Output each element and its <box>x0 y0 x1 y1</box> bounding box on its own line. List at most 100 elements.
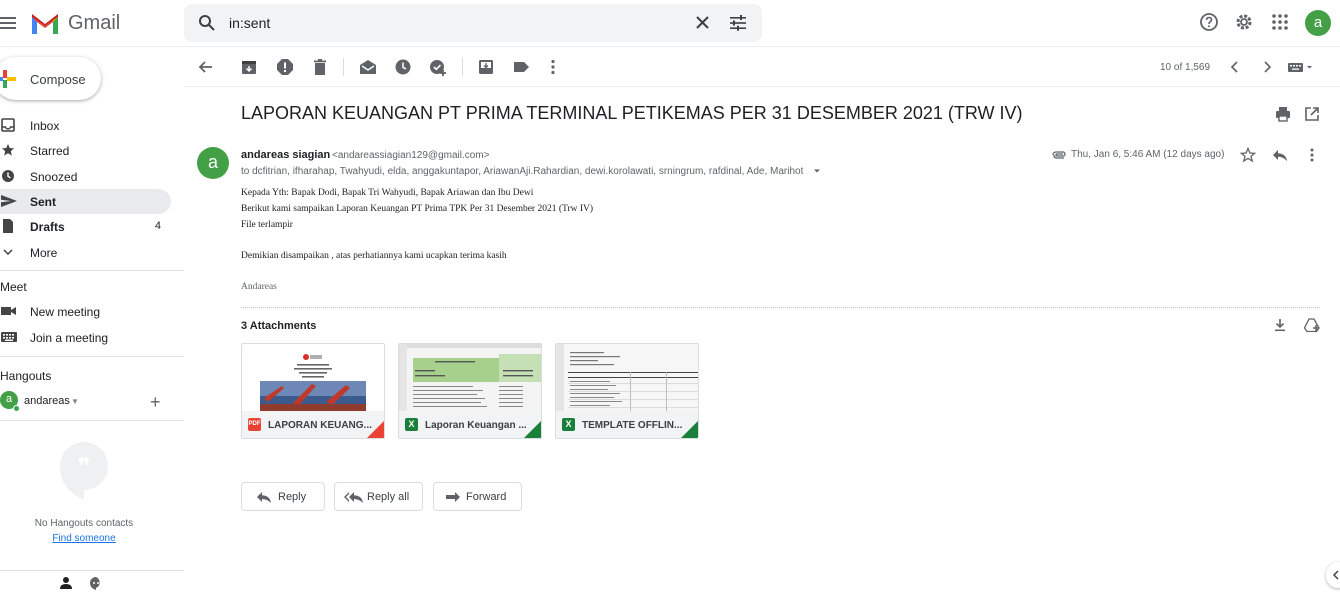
sender-name[interactable]: andareas siagian <box>241 149 330 161</box>
forward-icon <box>446 492 460 502</box>
menu-icon[interactable] <box>0 14 18 32</box>
divider <box>0 356 184 357</box>
sidebar-item-more[interactable]: More <box>0 240 171 265</box>
email-body-line: File terlampir <box>241 220 293 230</box>
search-input[interactable]: in:sent <box>229 15 270 31</box>
sidebar-item-label: Sent <box>30 195 57 209</box>
apps-icon[interactable] <box>1270 12 1292 34</box>
caret-down-icon[interactable]: ▼ <box>71 397 79 406</box>
drive-add-icon[interactable] <box>1304 318 1320 332</box>
attachment-card[interactable]: X Laporan Keuangan ... <box>398 343 542 439</box>
search-bar[interactable]: in:sent <box>184 4 762 42</box>
divider <box>343 58 344 76</box>
sheets-file-icon: X <box>562 418 575 431</box>
hangouts-empty-text: No Hangouts contacts <box>34 518 134 529</box>
snooze-icon[interactable] <box>394 58 412 76</box>
attachment-name: Laporan Keuangan ... <box>425 420 527 431</box>
reply-all-button[interactable]: Reply all <box>334 482 423 511</box>
email-body-line: Demikian disampaikan , atas perhatiannya… <box>241 251 507 261</box>
more-vert-icon[interactable] <box>544 58 562 76</box>
sidebar-item-drafts[interactable]: Drafts 4 <box>0 214 171 239</box>
sidebar-item-label: More <box>30 246 58 260</box>
side-panel-toggle[interactable] <box>1326 562 1340 588</box>
attachment-footer: X Laporan Keuangan ... <box>399 411 541 438</box>
label-icon[interactable] <box>512 58 530 76</box>
attachment-footer: X TEMPLATE OFFLIN... <box>556 411 698 438</box>
attachment-name: LAPORAN KEUANG... <box>268 420 372 431</box>
keyboard-icon[interactable] <box>1288 58 1316 76</box>
attachments-title: 3 Attachments <box>241 320 317 332</box>
star-icon[interactable] <box>1240 147 1256 163</box>
compose-button[interactable]: Compose <box>0 57 101 100</box>
online-status-dot <box>13 405 20 412</box>
recipients-list: to dcfitrian, ifharahap, Twahyudi, elda,… <box>241 166 804 177</box>
sidebar-item-label: Inbox <box>30 119 60 133</box>
chevron-left-icon[interactable] <box>1226 58 1244 76</box>
sidebar-item-label: Drafts <box>30 220 65 234</box>
email-signature: Andareas <box>241 282 277 292</box>
gmail-logo[interactable]: Gmail <box>30 10 120 36</box>
forward-button[interactable]: Forward <box>433 482 522 511</box>
send-icon <box>1 195 17 207</box>
reply-icon <box>257 492 271 503</box>
move-to-icon[interactable] <box>477 58 495 76</box>
divider <box>0 420 184 421</box>
attachment-icon <box>1052 151 1066 159</box>
reply-icon[interactable] <box>1272 147 1288 163</box>
caret-down-icon[interactable] <box>813 167 821 175</box>
plus-icon <box>0 70 16 88</box>
delete-icon[interactable] <box>311 58 329 76</box>
reply-button[interactable]: Reply <box>241 482 325 511</box>
close-icon[interactable] <box>694 14 712 32</box>
help-icon[interactable] <box>1199 12 1221 34</box>
chat-bubble-icon[interactable] <box>89 576 103 590</box>
attachment-name: TEMPLATE OFFLIN... <box>582 420 683 431</box>
chevron-down-icon <box>3 249 13 256</box>
attachment-card[interactable]: PDF LAPORAN KEUANG... <box>241 343 385 439</box>
print-icon[interactable] <box>1275 106 1291 122</box>
mark-unread-icon[interactable] <box>359 58 377 76</box>
divider <box>462 58 463 76</box>
more-vert-icon[interactable] <box>1304 147 1320 163</box>
download-icon[interactable] <box>1273 318 1287 332</box>
find-someone-link[interactable]: Find someone <box>0 533 168 544</box>
person-icon[interactable] <box>59 576 73 590</box>
sidebar-item-inbox[interactable]: Inbox <box>0 113 171 138</box>
hangouts-user-name[interactable]: andareas <box>24 395 70 407</box>
videocam-icon <box>1 307 16 315</box>
draft-icon <box>3 219 13 233</box>
top-bar: Gmail in:sent a <box>0 0 1340 47</box>
add-icon[interactable]: + <box>150 392 161 413</box>
open-new-window-icon[interactable] <box>1304 106 1320 122</box>
search-icon[interactable] <box>198 14 216 32</box>
sidebar-item-new-meeting[interactable]: New meeting <box>0 299 171 324</box>
add-task-icon[interactable] <box>429 58 447 76</box>
hangouts-bubble-icon: ❞ <box>60 442 108 500</box>
attachment-thumbnail <box>242 344 384 411</box>
pagination-text: 10 of 1,569 <box>1160 62 1211 73</box>
divider <box>0 570 184 571</box>
sidebar-item-starred[interactable]: Starred <box>0 138 171 163</box>
chevron-right-icon[interactable] <box>1258 58 1276 76</box>
sidebar-item-label: Join a meeting <box>30 331 109 345</box>
sidebar-item-snoozed[interactable]: Snoozed <box>0 164 171 189</box>
attachment-footer: PDF LAPORAN KEUANG... <box>242 411 384 438</box>
sheets-file-icon: X <box>405 418 418 431</box>
sender-email: <andareassiagian129@gmail.com> <box>332 150 490 161</box>
sidebar-item-sent[interactable]: Sent <box>0 189 171 214</box>
keyboard-icon <box>1 332 17 342</box>
archive-icon[interactable] <box>240 58 258 76</box>
sidebar-item-label: Starred <box>30 144 70 158</box>
attachment-corner-fold <box>366 421 384 438</box>
drafts-count: 4 <box>154 220 161 232</box>
attachment-card[interactable]: X TEMPLATE OFFLIN... <box>555 343 699 439</box>
sender-avatar[interactable]: a <box>197 147 229 179</box>
sidebar-item-label: New meeting <box>30 305 101 319</box>
gear-icon[interactable] <box>1234 12 1256 34</box>
back-arrow-icon[interactable] <box>197 58 215 76</box>
divider <box>241 307 1320 308</box>
tune-icon[interactable] <box>729 14 747 32</box>
sidebar-item-join-meeting[interactable]: Join a meeting <box>0 325 171 350</box>
account-avatar[interactable]: a <box>1305 10 1331 36</box>
report-spam-icon[interactable] <box>276 58 294 76</box>
